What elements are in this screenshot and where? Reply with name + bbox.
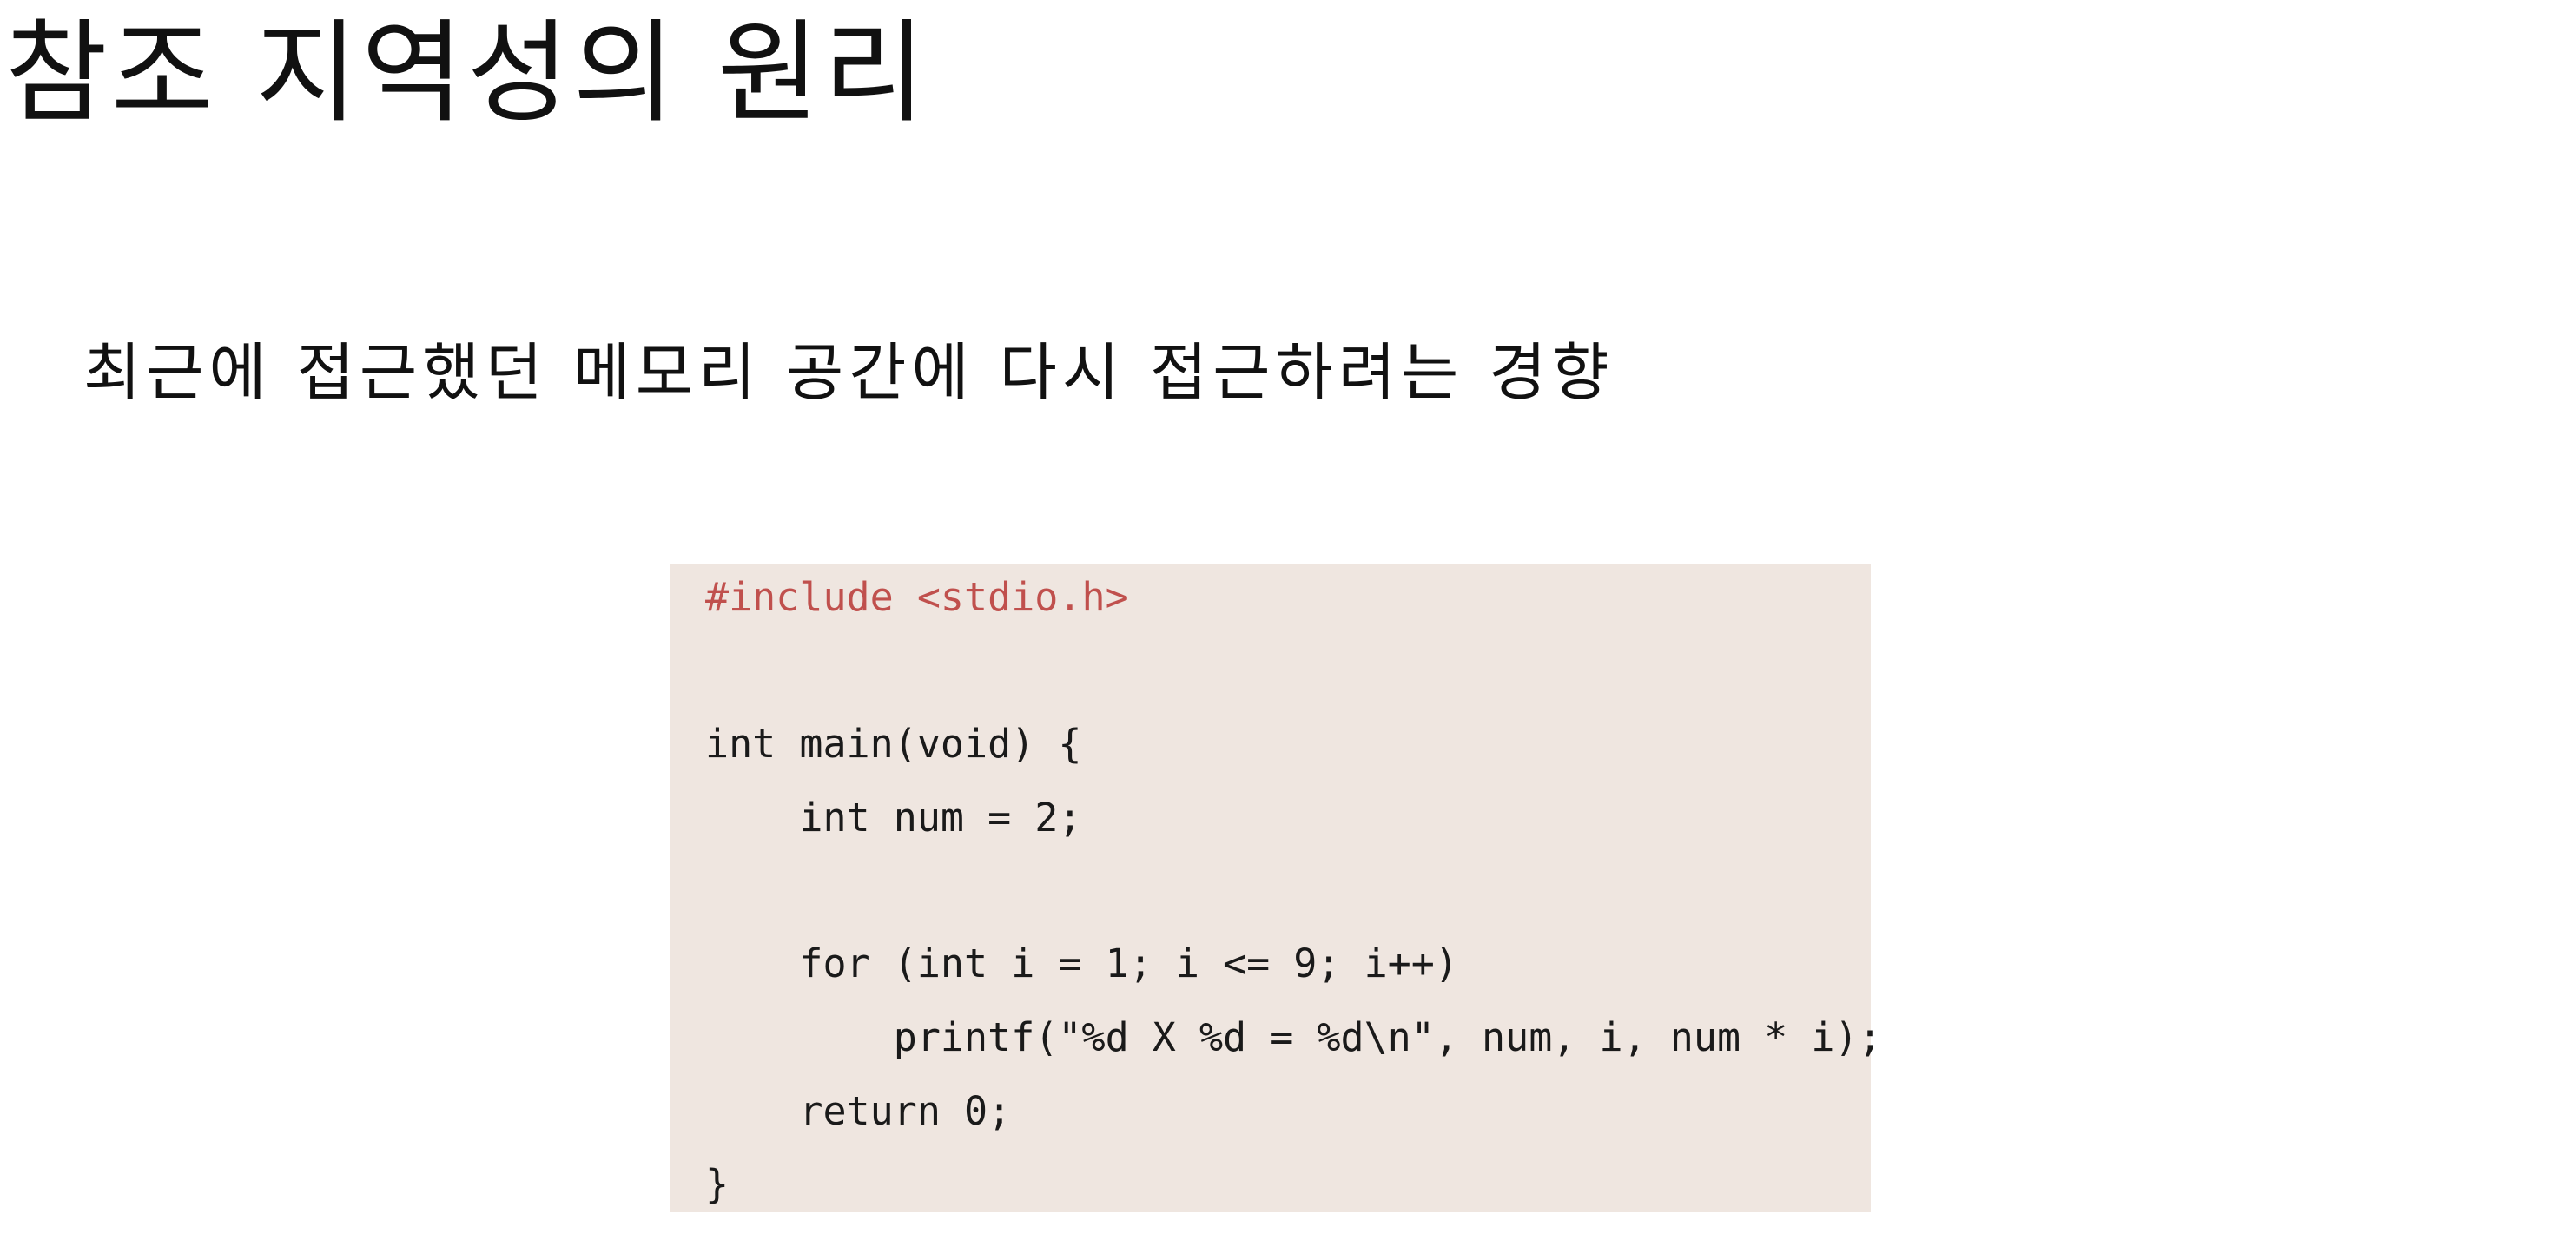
code-line-closing-brace: } [705, 1161, 730, 1207]
code-block: #include <stdio.h> int main(void) { int … [670, 564, 1882, 1212]
code-line-return: return 0; [705, 1088, 1012, 1134]
code-line-num-declaration: int num = 2; [705, 795, 1082, 841]
code-line-printf: printf("%d X %d = %d\n", num, i, num * i… [705, 1014, 1882, 1060]
slide-subtitle: 최근에 접근했던 메모리 공간에 다시 접근하려는 경향 [83, 336, 1615, 409]
code-line-include: #include <stdio.h> [705, 574, 1129, 620]
code-line-for-loop: for (int i = 1; i <= 9; i++) [705, 940, 1458, 986]
slide-title: 참조 지역성의 원리 [5, 9, 929, 138]
code-line-main-signature: int main(void) { [705, 721, 1082, 767]
